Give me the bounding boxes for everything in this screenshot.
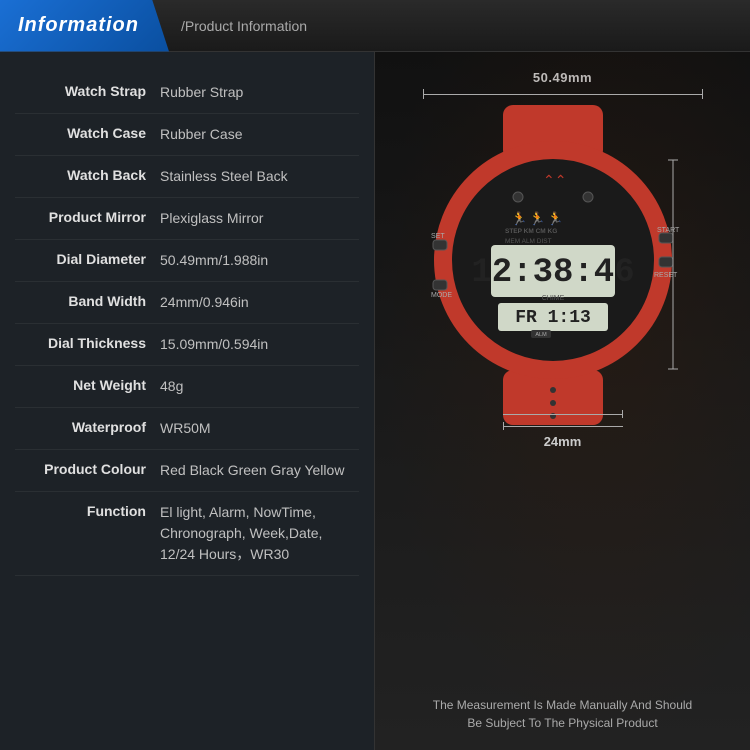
info-tab[interactable]: Information <box>0 0 169 52</box>
svg-text:🏃: 🏃 <box>529 211 545 226</box>
watch-image: SET START MODE RESET ⌃⌃ 🏃 🏃 🏃 STEP KM CM… <box>423 105 683 425</box>
svg-text:ALM: ALM <box>535 332 547 338</box>
header: Information /Product Information <box>0 0 750 52</box>
svg-text:🏃: 🏃 <box>547 211 563 226</box>
svg-text:STEP KM CM KG: STEP KM CM KG <box>505 228 557 235</box>
spec-label: Function <box>15 502 160 522</box>
spec-value: 24mm/0.946in <box>160 292 359 313</box>
dim-width-label: 50.49mm <box>533 70 592 85</box>
spec-label: Product Mirror <box>15 208 160 228</box>
spec-label: Watch Case <box>15 124 160 144</box>
spec-label: Dial Diameter <box>15 250 160 270</box>
dim-tick-right <box>702 89 703 99</box>
spec-row: Band Width24mm/0.946in <box>15 282 359 324</box>
spec-row: Dial Thickness15.09mm/0.594in <box>15 324 359 366</box>
spec-value: Rubber Strap <box>160 82 359 103</box>
spec-value: Stainless Steel Back <box>160 166 359 187</box>
spec-row: Dial Diameter50.49mm/1.988in <box>15 240 359 282</box>
svg-text:SET: SET <box>431 233 445 240</box>
spec-value: 50.49mm/1.988in <box>160 250 359 271</box>
spec-label: Watch Back <box>15 166 160 186</box>
dim-top-line <box>423 89 703 99</box>
spec-label: Dial Thickness <box>15 334 160 354</box>
watch-container: SET START MODE RESET ⌃⌃ 🏃 🏃 🏃 STEP KM CM… <box>423 105 703 445</box>
dim-line-horizontal <box>424 94 702 95</box>
specs-panel: Watch StrapRubber StrapWatch CaseRubber … <box>0 52 375 750</box>
svg-text:12:38:46: 12:38:46 <box>471 254 634 292</box>
spec-label: Watch Strap <box>15 82 160 102</box>
dim-band-label: 24mm <box>423 434 703 449</box>
svg-text:🏃: 🏃 <box>511 211 527 226</box>
spec-row: FunctionEl light, Alarm, NowTime, Chrono… <box>15 492 359 576</box>
spec-row: Product MirrorPlexiglass Mirror <box>15 198 359 240</box>
svg-text:CHIME: CHIME <box>541 295 564 302</box>
spec-label: Band Width <box>15 292 160 312</box>
spec-label: Net Weight <box>15 376 160 396</box>
spec-value: WR50M <box>160 418 359 439</box>
spec-row: Watch StrapRubber Strap <box>15 72 359 114</box>
svg-text:MODE: MODE <box>431 292 452 299</box>
spec-row: Net Weight48g <box>15 366 359 408</box>
spec-value: Plexiglass Mirror <box>160 208 359 229</box>
main-content: Watch StrapRubber StrapWatch CaseRubber … <box>0 52 750 750</box>
svg-text:MEM ALM DIST: MEM ALM DIST <box>505 238 552 245</box>
spec-value: Rubber Case <box>160 124 359 145</box>
spec-row: Watch BackStainless Steel Back <box>15 156 359 198</box>
breadcrumb: /Product Information <box>181 18 307 34</box>
footnote: The Measurement Is Made Manually And Sho… <box>375 696 750 732</box>
svg-text:⌃⌃: ⌃⌃ <box>543 172 566 188</box>
spec-label: Product Colour <box>15 460 160 480</box>
spec-value: 48g <box>160 376 359 397</box>
spec-row: Product ColourRed Black Green Gray Yello… <box>15 450 359 492</box>
specs-list: Watch StrapRubber StrapWatch CaseRubber … <box>15 72 359 576</box>
spec-value: Red Black Green Gray Yellow <box>160 460 359 481</box>
spec-value: 15.09mm/0.594in <box>160 334 359 355</box>
spec-row: WaterproofWR50M <box>15 408 359 450</box>
footnote-text: The Measurement Is Made Manually And Sho… <box>433 698 692 730</box>
spec-value: El light, Alarm, NowTime, Chronograph, W… <box>160 502 359 565</box>
svg-text:RESET: RESET <box>654 272 678 279</box>
spec-row: Watch CaseRubber Case <box>15 114 359 156</box>
svg-text:FR 1:13: FR 1:13 <box>515 308 591 328</box>
watch-panel: 50.49mm <box>375 52 750 750</box>
svg-text:START: START <box>657 227 680 234</box>
info-tab-label: Information <box>18 14 139 37</box>
spec-label: Waterproof <box>15 418 160 438</box>
